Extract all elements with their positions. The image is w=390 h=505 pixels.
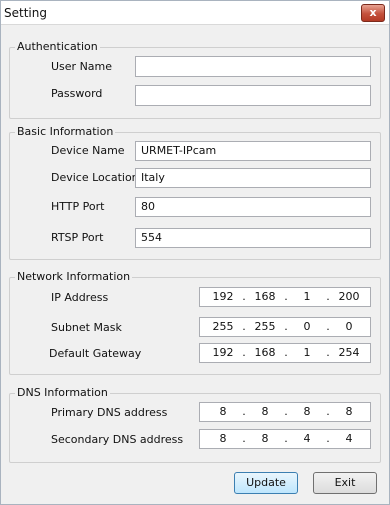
secondary-dns-field[interactable]: 8 . 8 . 4 . 4 <box>199 429 371 449</box>
ip-separator: . <box>284 405 288 418</box>
user-name-field[interactable] <box>135 56 371 77</box>
primary-dns-label: Primary DNS address <box>51 406 168 419</box>
ip-octet: 255 <box>212 320 234 333</box>
exit-button[interactable]: Exit <box>313 472 377 494</box>
ip-separator: . <box>326 405 330 418</box>
ip-separator: . <box>326 320 330 333</box>
ip-octet: 168 <box>254 346 276 359</box>
ip-octet: 4 <box>303 432 311 445</box>
device-location-field[interactable]: Italy <box>135 168 371 188</box>
http-port-label: HTTP Port <box>51 200 105 213</box>
ip-octet: 8 <box>261 405 269 418</box>
ip-octet: 8 <box>219 405 227 418</box>
device-name-label: Device Name <box>51 144 125 157</box>
ip-octet: 254 <box>338 346 360 359</box>
ip-separator: . <box>284 320 288 333</box>
user-name-label: User Name <box>51 60 113 73</box>
ip-separator: . <box>326 290 330 303</box>
ip-octet: 8 <box>303 405 311 418</box>
close-button[interactable]: x <box>361 4 385 22</box>
default-gateway-label: Default Gateway <box>49 347 142 360</box>
primary-dns-field[interactable]: 8 . 8 . 8 . 8 <box>199 402 371 422</box>
ip-separator: . <box>284 346 288 359</box>
ip-octet: 192 <box>212 346 234 359</box>
ip-separator: . <box>284 290 288 303</box>
password-label: Password <box>51 87 103 100</box>
ip-separator: . <box>242 320 246 333</box>
ip-octet: 8 <box>261 432 269 445</box>
ip-octet: 0 <box>303 320 311 333</box>
http-port-field[interactable]: 80 <box>135 197 371 217</box>
basic-information-title: Basic Information <box>15 125 116 139</box>
window-title: Setting <box>4 6 47 20</box>
device-name-field[interactable]: URMET-IPcam <box>135 141 371 161</box>
ip-separator: . <box>284 432 288 445</box>
ip-octet: 192 <box>212 290 234 303</box>
network-information-title: Network Information <box>15 270 133 284</box>
default-gateway-field[interactable]: 192 . 168 . 1 . 254 <box>199 343 371 363</box>
close-icon: x <box>369 6 377 19</box>
ip-octet: 200 <box>338 290 360 303</box>
ip-octet: 8 <box>219 432 227 445</box>
ip-octet: 1 <box>303 346 311 359</box>
ip-separator: . <box>242 432 246 445</box>
rtsp-port-label: RTSP Port <box>51 231 104 244</box>
ip-separator: . <box>326 346 330 359</box>
secondary-dns-label: Secondary DNS address <box>51 433 184 446</box>
ip-separator: . <box>326 432 330 445</box>
ip-octet: 4 <box>345 432 353 445</box>
ip-octet: 1 <box>303 290 311 303</box>
ip-separator: . <box>242 290 246 303</box>
ip-separator: . <box>242 405 246 418</box>
title-bar: Setting x <box>1 1 389 25</box>
subnet-mask-label: Subnet Mask <box>51 321 122 334</box>
ip-address-label: IP Address <box>51 291 109 304</box>
rtsp-port-field[interactable]: 554 <box>135 228 371 248</box>
authentication-title: Authentication <box>15 40 100 54</box>
subnet-mask-field[interactable]: 255 . 255 . 0 . 0 <box>199 317 371 337</box>
ip-address-field[interactable]: 192 . 168 . 1 . 200 <box>199 287 371 307</box>
password-field[interactable] <box>135 85 371 106</box>
ip-octet: 255 <box>254 320 276 333</box>
ip-octet: 168 <box>254 290 276 303</box>
update-button[interactable]: Update <box>234 472 298 494</box>
ip-octet: 8 <box>345 405 353 418</box>
dns-information-title: DNS Information <box>15 386 110 400</box>
device-location-label: Device Location <box>51 171 139 184</box>
ip-separator: . <box>242 346 246 359</box>
ip-octet: 0 <box>345 320 353 333</box>
settings-window: Setting x Authentication User Name Passw… <box>0 0 390 505</box>
